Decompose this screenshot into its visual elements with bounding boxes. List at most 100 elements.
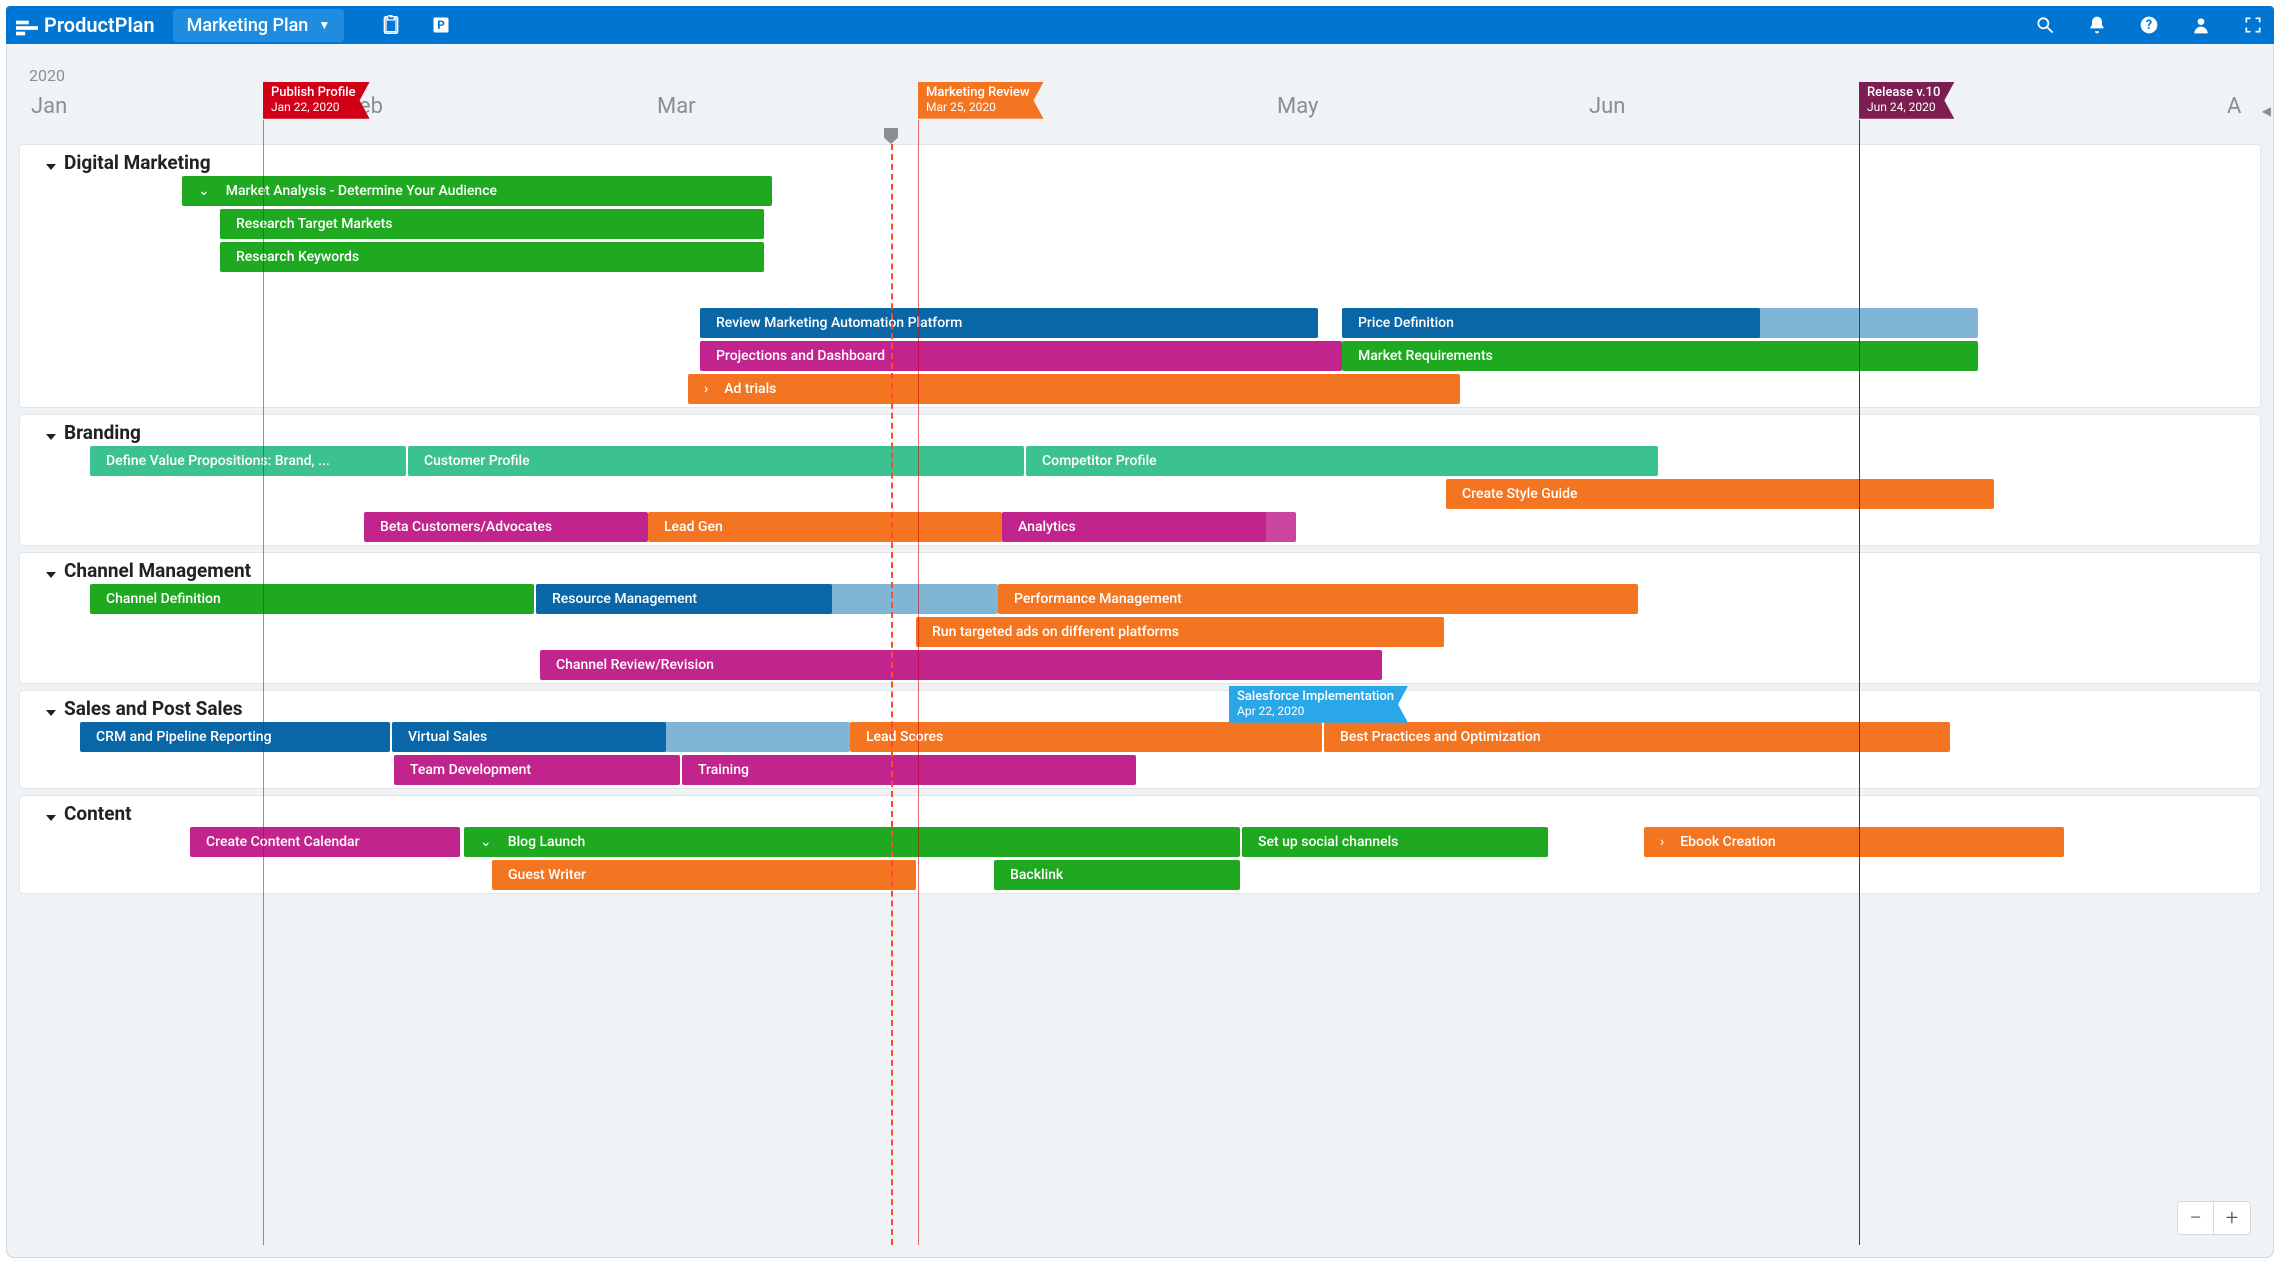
month-label: Jan <box>31 94 67 119</box>
bar-label: Set up social channels <box>1258 834 1398 850</box>
zoom-out-button[interactable]: − <box>2178 1202 2214 1234</box>
bell-icon[interactable] <box>2086 14 2108 36</box>
timeline-bar[interactable]: Competitor Profile <box>1026 446 1658 476</box>
lane-header[interactable]: Digital Marketing <box>20 145 2260 176</box>
timeline-bar[interactable]: CRM and Pipeline Reporting <box>80 722 390 752</box>
bar-label: Beta Customers/Advocates <box>380 519 552 535</box>
milestone-flag[interactable]: Salesforce ImplementationApr 22, 2020 <box>1229 686 1408 723</box>
bar-label: Backlink <box>1010 867 1063 883</box>
collapse-panel-icon[interactable]: ◀ <box>2262 104 2271 118</box>
chevron-down-icon <box>44 156 58 170</box>
timeline-bar[interactable]: Analytics <box>1002 512 1266 542</box>
milestone-title: Salesforce Implementation <box>1237 690 1394 705</box>
milestone-flag[interactable]: Marketing ReviewMar 25, 2020 <box>918 82 1044 119</box>
chevron-right-icon: › <box>704 381 708 397</box>
timeline-bar[interactable]: Run targeted ads on different platforms <box>916 617 1444 647</box>
logo-icon <box>16 17 38 33</box>
bar-label: Customer Profile <box>424 453 530 469</box>
timeline-bar[interactable]: Projections and Dashboard <box>700 341 1342 371</box>
bar-label: Research Keywords <box>236 249 359 265</box>
timeline-bar[interactable]: Lead Scores <box>850 722 1322 752</box>
timeline-bar[interactable]: Backlink <box>994 860 1240 890</box>
bar-label: Market Requirements <box>1358 348 1493 364</box>
chevron-down-icon <box>44 564 58 578</box>
timeline-bar[interactable]: Define Value Propositions: Brand, ... <box>90 446 406 476</box>
lane-header[interactable]: Channel Management <box>20 553 2260 584</box>
timeline-bar[interactable]: Channel Review/Revision <box>540 650 1382 680</box>
milestone-title: Release v.10 <box>1867 86 1940 101</box>
bar-label: Lead Scores <box>866 729 943 745</box>
timeline-bar[interactable]: Customer Profile <box>408 446 1024 476</box>
bar-label: Projections and Dashboard <box>716 348 885 364</box>
bar-label: Create Style Guide <box>1462 486 1577 502</box>
svg-text:?: ? <box>2146 18 2152 33</box>
month-label: A <box>2227 94 2241 119</box>
lane-title: Digital Marketing <box>64 151 211 174</box>
bar-label: Ad trials <box>724 381 776 397</box>
timeline-bar[interactable]: ›Ebook Creation <box>1644 827 2064 857</box>
caret-down-icon: ▼ <box>318 18 330 32</box>
milestone-flag[interactable]: Publish ProfileJan 22, 2020 <box>263 82 370 119</box>
bar-label: Review Marketing Automation Platform <box>716 315 962 331</box>
timeline-bar[interactable]: › Ad trials <box>688 374 1460 404</box>
zoom-in-button[interactable]: + <box>2214 1202 2250 1234</box>
lane-title: Branding <box>64 421 141 444</box>
user-icon[interactable] <box>2190 14 2212 36</box>
bar-label: Team Development <box>410 762 531 778</box>
lane-group: Content Create Content Calendar⌄Blog Laun… <box>19 795 2261 894</box>
milestone-date: Apr 22, 2020 <box>1237 705 1394 719</box>
lane-header[interactable]: Content <box>20 796 2260 827</box>
timeline-bar[interactable]: Channel Definition <box>90 584 534 614</box>
timeline-bar[interactable]: Performance Management <box>998 584 1638 614</box>
timeline-bar[interactable]: Resource Management <box>536 584 832 614</box>
bar-label: Guest Writer <box>508 867 586 883</box>
bar-label: Lead Gen <box>664 519 723 535</box>
lane-group: Digital Marketing⌄Market Analysis - Dete… <box>19 144 2261 408</box>
bar-label: CRM and Pipeline Reporting <box>96 729 272 745</box>
timeline-bar[interactable]: Best Practices and Optimization <box>1324 722 1950 752</box>
lane-header[interactable]: Sales and Post Sales <box>20 691 2260 722</box>
app-logo[interactable]: ProductPlan <box>16 13 155 37</box>
bar-label: Price Definition <box>1358 315 1454 331</box>
lane-title: Channel Management <box>64 559 251 582</box>
bar-label: Define Value Propositions: Brand, ... <box>106 453 330 469</box>
timeline-bar[interactable]: Training <box>682 755 1136 785</box>
timeline-bar[interactable]: ⌄Blog Launch <box>464 827 1240 857</box>
timeline-bar[interactable]: Beta Customers/Advocates <box>364 512 648 542</box>
timeline-bar[interactable]: Research Target Markets <box>220 209 764 239</box>
chevron-down-icon: ⌄ <box>480 834 492 850</box>
timeline-bar[interactable]: Research Keywords <box>220 242 764 272</box>
search-icon[interactable] <box>2034 14 2056 36</box>
chevron-right-icon: › <box>1660 834 1664 850</box>
chevron-down-icon: ⌄ <box>198 183 210 199</box>
year-label: 2020 <box>29 66 65 85</box>
timeline-bar[interactable]: Create Content Calendar <box>190 827 460 857</box>
timeline-bar[interactable]: Review Marketing Automation Platform <box>700 308 1318 338</box>
milestone-date: Jun 24, 2020 <box>1867 101 1940 115</box>
plan-dropdown-label: Marketing Plan <box>187 15 309 36</box>
parking-icon[interactable]: P <box>430 14 452 36</box>
bar-label: Competitor Profile <box>1042 453 1157 469</box>
milestone-flag[interactable]: Release v.10Jun 24, 2020 <box>1859 82 1954 119</box>
timeline-bar[interactable]: Team Development <box>394 755 680 785</box>
timeline-bar[interactable]: Market Requirements <box>1342 341 1978 371</box>
timeline-bar[interactable]: Price Definition <box>1342 308 1760 338</box>
svg-text:P: P <box>437 18 445 32</box>
timeline-bar[interactable]: Set up social channels <box>1242 827 1548 857</box>
bar-label: Best Practices and Optimization <box>1340 729 1541 745</box>
timeline-bar[interactable]: Guest Writer <box>492 860 916 890</box>
plan-dropdown[interactable]: Marketing Plan ▼ <box>173 9 345 42</box>
timeline-bar[interactable]: Lead Gen <box>648 512 1002 542</box>
timeline-bar[interactable]: Virtual Sales <box>392 722 666 752</box>
lane-title: Content <box>64 802 132 825</box>
today-marker-handle[interactable] <box>884 128 898 144</box>
help-icon[interactable]: ? <box>2138 14 2160 36</box>
month-label: Jun <box>1589 94 1625 119</box>
timeline-bar[interactable]: Create Style Guide <box>1446 479 1994 509</box>
bar-label: Resource Management <box>552 591 697 607</box>
clipboard-icon[interactable] <box>380 14 402 36</box>
fullscreen-icon[interactable] <box>2242 14 2264 36</box>
zoom-controls: − + <box>2177 1201 2251 1235</box>
lane-header[interactable]: Branding <box>20 415 2260 446</box>
timeline-bar[interactable]: ⌄Market Analysis - Determine Your Audien… <box>182 176 772 206</box>
